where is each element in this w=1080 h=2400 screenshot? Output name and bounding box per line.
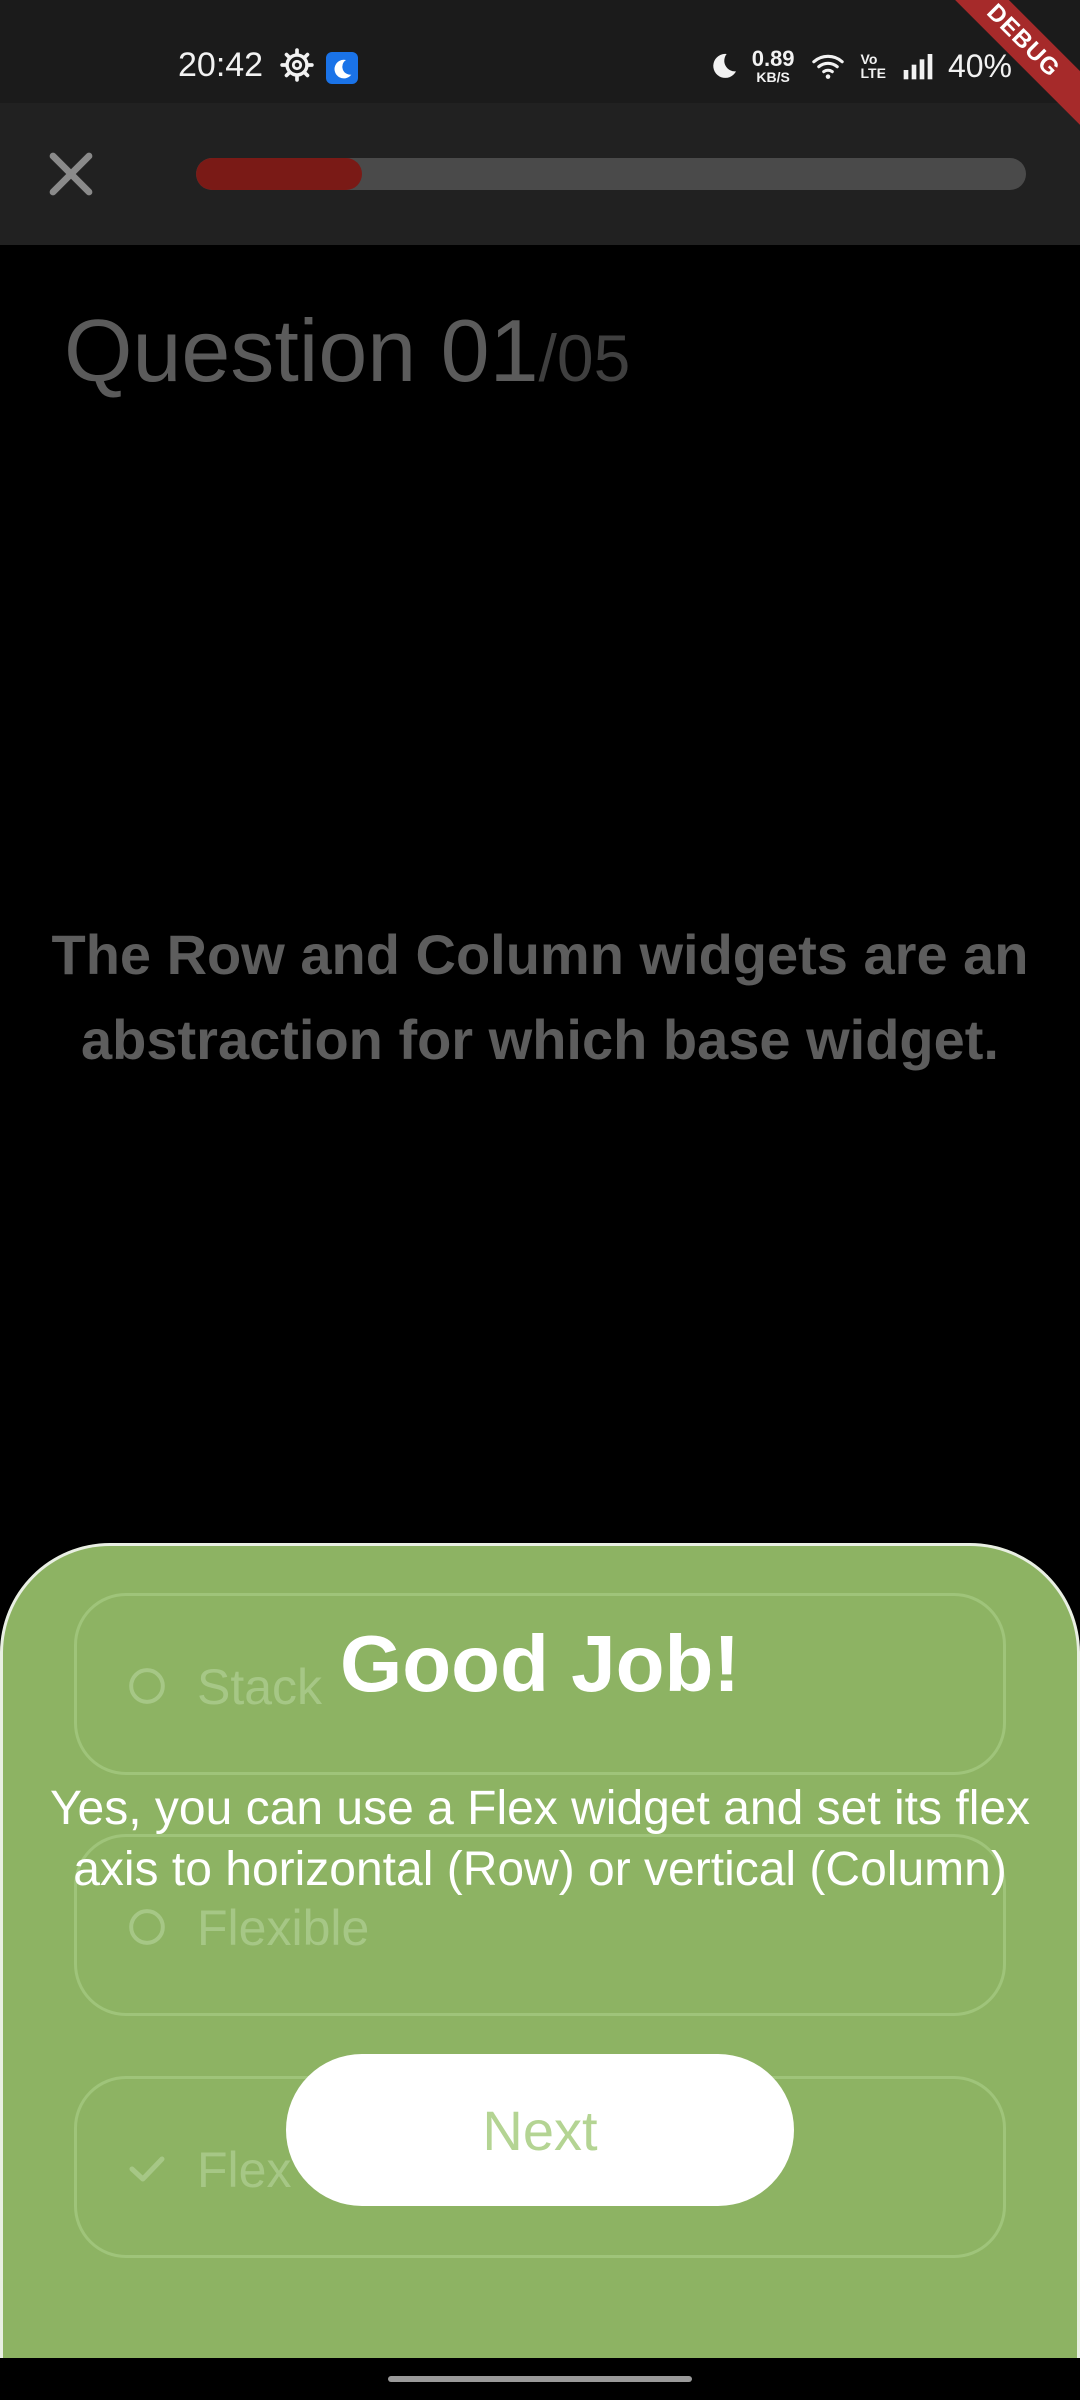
volte-indicator: Vo LTE (861, 52, 886, 80)
question-counter: Question 01/05 (64, 300, 630, 402)
moon-icon (713, 53, 736, 78)
home-indicator[interactable] (388, 2376, 692, 2382)
close-icon (49, 152, 93, 196)
volte-bottom: LTE (860, 65, 886, 81)
question-current: Question 01 (64, 301, 539, 400)
option-label: Flex (197, 2142, 292, 2198)
quiz-progress-fill (196, 158, 362, 190)
net-speed-unit: KB/S (756, 69, 790, 85)
volte-top: Vo (860, 51, 878, 67)
wifi-icon (811, 54, 844, 79)
net-speed-value: 0.89 (751, 46, 795, 71)
option-label: Flexible (197, 1900, 370, 1956)
feedback-message: Yes, you can use a Flex widget and set i… (49, 1782, 1031, 1896)
feedback-title: Good Job! (340, 1619, 740, 1708)
signal-icon (903, 54, 933, 80)
close-button[interactable] (44, 147, 98, 201)
net-speed: 0.89 KB/S (751, 46, 795, 85)
status-time: 20:42 (178, 46, 264, 84)
quiz-progress-bar (196, 158, 1026, 190)
moon-app-icon (326, 52, 358, 84)
status-right-cluster: 0.89 KB/S Vo LTE 40% (708, 46, 1012, 86)
battery-level: 40% (947, 47, 1012, 84)
app-bar (0, 103, 1080, 245)
next-button[interactable]: Next (286, 2054, 794, 2206)
check-icon (129, 2156, 165, 2182)
question-text: The Row and Column widgets are an abstra… (51, 923, 1029, 1071)
gear-icon (280, 48, 314, 82)
radio-icon (129, 1909, 165, 1945)
question-total: /05 (538, 321, 631, 395)
status-bar: 20:42 0.89 KB/S Vo LTE 40% (0, 0, 1080, 103)
